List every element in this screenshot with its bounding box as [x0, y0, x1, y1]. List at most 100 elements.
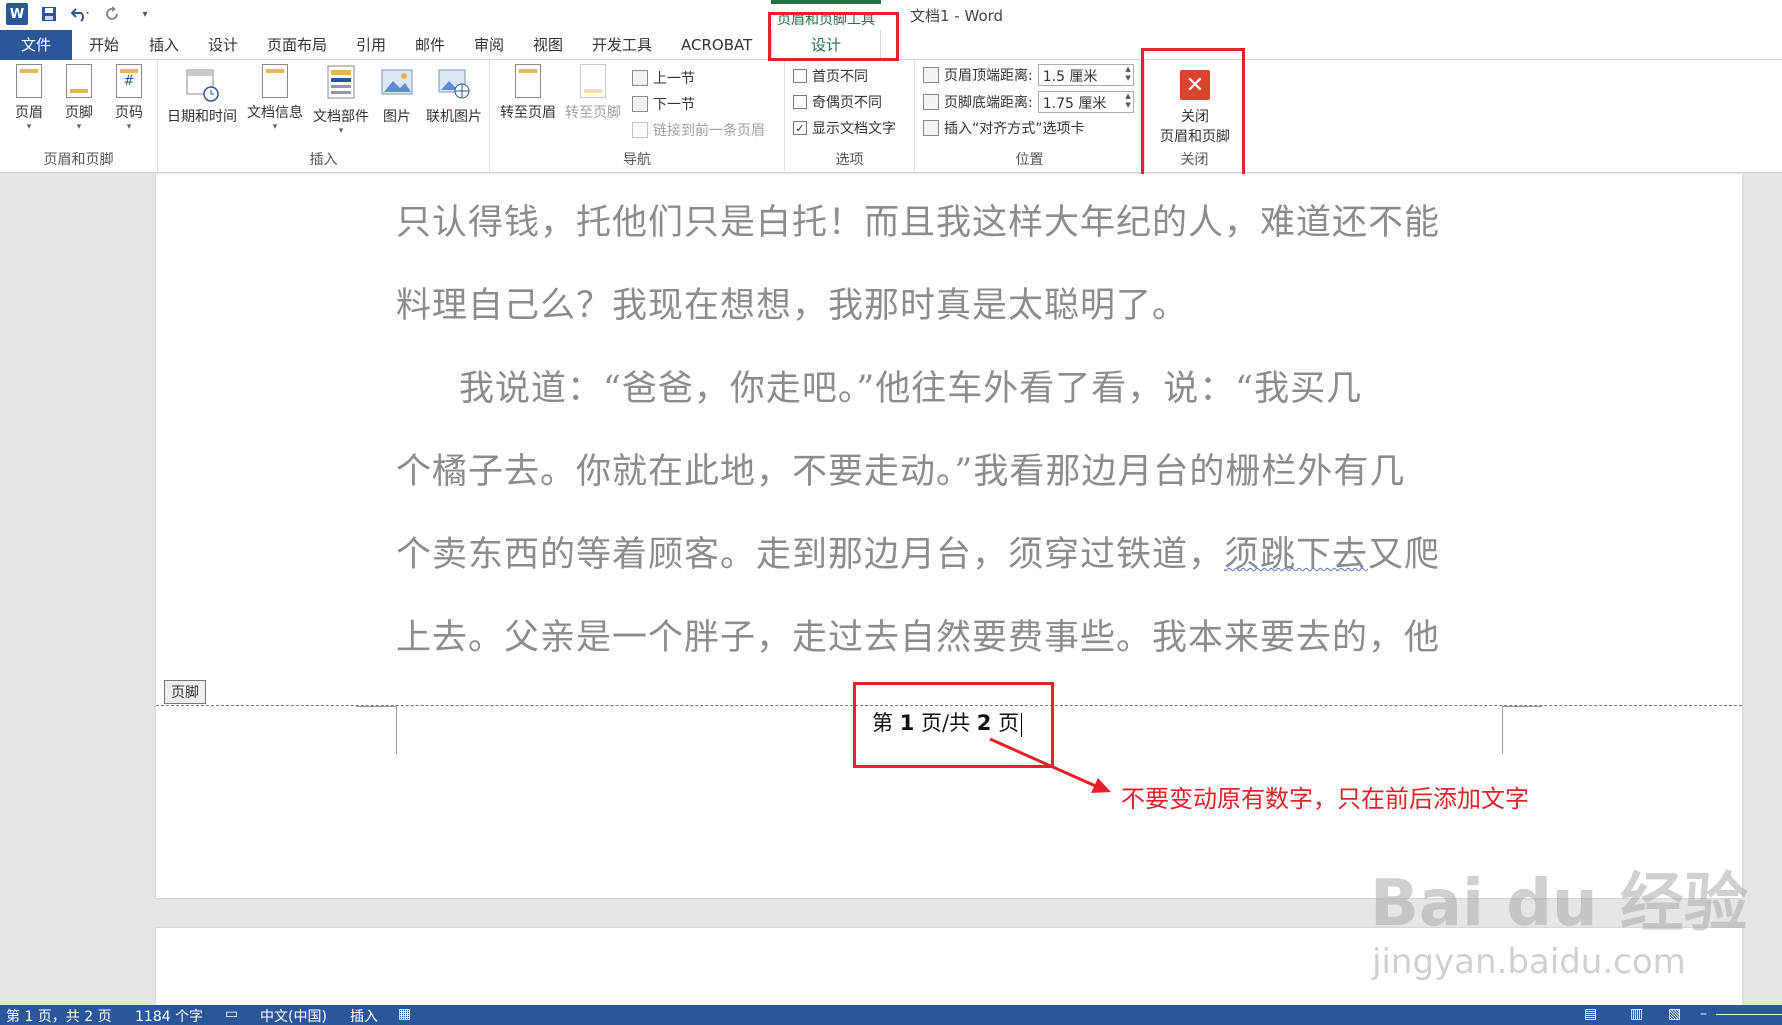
footer-position-icon	[923, 94, 939, 110]
group-options: 首页不同 奇偶页不同 ✓ 显示文档文字 选项	[785, 60, 915, 173]
insert-alignment-tab-button[interactable]: 插入“对齐方式”选项卡	[923, 118, 1085, 138]
calendar-icon	[185, 64, 219, 102]
show-document-text-checkbox[interactable]: ✓ 显示文档文字	[793, 118, 896, 138]
status-bar: 第 1 页，共 2 页 1184 个字 ▭ 中文(中国) 插入 ▦ ▤ ▥ ▧ …	[0, 1005, 1782, 1025]
tab-home[interactable]: 开始	[89, 30, 119, 60]
header-icon	[16, 64, 42, 98]
checkmark-icon: ✓	[793, 121, 807, 135]
next-section-button[interactable]: 下一节	[632, 94, 695, 114]
watermark-brand: Bai du 经验	[1370, 867, 1748, 941]
group-header-footer: 页眉 ▾ 页脚 ▾ # 页码 ▾ 页眉和页脚	[0, 60, 158, 173]
margin-corner-mark	[396, 706, 397, 754]
tab-review[interactable]: 审阅	[474, 30, 504, 60]
word-count-status[interactable]: 1184 个字	[135, 1006, 203, 1025]
page-count-status[interactable]: 第 1 页，共 2 页	[6, 1006, 112, 1025]
different-first-page-checkbox[interactable]: 首页不同	[793, 66, 868, 86]
chevron-down-icon: ▾	[126, 122, 132, 132]
close-header-footer-button[interactable]: ✕ 关闭 页眉和页脚	[1150, 70, 1240, 146]
previous-section-icon	[632, 70, 648, 86]
goto-footer-button[interactable]: 转至页脚	[562, 64, 624, 122]
text-cursor	[1021, 712, 1023, 737]
web-layout-icon[interactable]: ▧	[1668, 1006, 1681, 1022]
group-navigation: 转至页眉 转至页脚 上一节 下一节 链接到前一条页眉 导航	[490, 60, 785, 173]
header-top-distance-input[interactable]: 1.5 厘米 ▲ ▼	[1037, 64, 1134, 86]
ribbon: 页眉 ▾ 页脚 ▾ # 页码 ▾ 页眉和页脚 日期和时间 文档信息 ▾ 文档部件 ▾	[0, 60, 1782, 173]
window-title: 文档1 - Word	[910, 7, 1004, 25]
alignment-tab-icon	[923, 120, 939, 136]
margin-corner-mark	[1502, 706, 1503, 754]
language-status[interactable]: 中文(中国)	[260, 1006, 327, 1025]
picture-icon	[380, 64, 414, 102]
body-text-line[interactable]: 个卖东西的等着顾客。走到那边月台，须穿过铁道，须跳下去又爬	[396, 526, 1440, 577]
online-picture-icon	[437, 64, 471, 102]
page-number-icon: #	[116, 64, 142, 98]
customize-qat-icon[interactable]: ▾	[134, 3, 156, 25]
proofing-icon[interactable]: ▭	[225, 1006, 238, 1022]
tab-view[interactable]: 视图	[533, 30, 563, 60]
tab-insert[interactable]: 插入	[149, 30, 179, 60]
document-info-button[interactable]: 文档信息 ▾	[244, 64, 306, 132]
tab-file[interactable]: 文件	[0, 30, 72, 60]
footer-button[interactable]: 页脚 ▾	[60, 64, 98, 132]
previous-section-button[interactable]: 上一节	[632, 68, 695, 88]
body-text-line[interactable]: 上去。父亲是一个胖子，走过去自然要费事些。我本来要去的，他	[396, 609, 1440, 660]
chevron-down-icon: ▾	[76, 122, 82, 132]
spinner-icon[interactable]: ▲ ▼	[1125, 92, 1130, 110]
online-picture-button[interactable]: 联机图片	[422, 64, 486, 126]
body-text-line[interactable]: 个橘子去。你就在此地，不要走动。”我看那边月台的栅栏外有几	[396, 443, 1405, 494]
quick-parts-button[interactable]: 文档部件 ▾	[310, 64, 372, 136]
footer-bottom-distance-input[interactable]: 1.75 厘米 ▲ ▼	[1037, 91, 1134, 113]
body-text-line[interactable]: 只认得钱，托他们只是白托！而且我这样大年纪的人，难道还不能	[396, 194, 1440, 245]
chevron-down-icon: ▾	[272, 122, 278, 132]
tab-page-layout[interactable]: 页面布局	[267, 30, 327, 60]
tab-references[interactable]: 引用	[356, 30, 386, 60]
close-icon: ✕	[1180, 70, 1210, 100]
save-icon[interactable]	[38, 3, 60, 25]
macro-record-icon[interactable]: ▦	[398, 1006, 411, 1022]
checkbox-icon	[793, 95, 807, 109]
redo-icon[interactable]	[102, 3, 124, 25]
tab-header-footer-design[interactable]: 设计	[771, 30, 881, 61]
next-section-icon	[632, 96, 648, 112]
group-position: 页眉顶端距离: 1.5 厘米 ▲ ▼ 页脚底端距离: 1.75 厘米 ▲ ▼ 插入“对齐…	[915, 60, 1145, 173]
tab-acrobat[interactable]: ACROBAT	[681, 30, 752, 60]
link-icon	[632, 122, 648, 138]
quick-access-toolbar: W ▾	[6, 3, 156, 25]
link-to-previous-button[interactable]: 链接到前一条页眉	[632, 120, 765, 140]
tab-design[interactable]: 设计	[208, 30, 238, 60]
group-label: 页眉和页脚	[43, 152, 114, 168]
chevron-down-icon: ▾	[338, 126, 344, 136]
undo-icon[interactable]	[70, 3, 92, 25]
body-text-line[interactable]: 我说道：“爸爸，你走吧。”他往车外看了看，说：“我买几	[459, 360, 1362, 411]
different-odd-even-checkbox[interactable]: 奇偶页不同	[793, 92, 882, 112]
spinner-icon[interactable]: ▲ ▼	[1125, 65, 1130, 83]
goto-header-button[interactable]: 转至页眉	[498, 64, 558, 122]
current-page-field[interactable]: 1	[900, 711, 915, 735]
body-text-segment: 又爬	[1368, 535, 1441, 575]
date-time-button[interactable]: 日期和时间	[164, 64, 240, 126]
total-pages-field[interactable]: 2	[977, 711, 992, 735]
footer-page-number[interactable]: 第 1 页/共 2 页	[872, 707, 1023, 737]
annotation-arrow	[989, 737, 1111, 793]
header-footer-tools-label: 页眉和页脚工具	[771, 0, 881, 30]
print-layout-icon[interactable]: ▥	[1630, 1006, 1643, 1022]
page-number-button[interactable]: # 页码 ▾	[110, 64, 148, 132]
annotation-text: 不要变动原有数字，只在前后添加文字	[1121, 785, 1529, 813]
margin-corner-mark	[1502, 706, 1542, 707]
watermark-url: jingyan.baidu.com	[1372, 942, 1686, 982]
tab-developer[interactable]: 开发工具	[592, 30, 652, 60]
read-mode-icon[interactable]: ▤	[1584, 1006, 1597, 1022]
tab-mailings[interactable]: 邮件	[415, 30, 445, 60]
zoom-slider[interactable]	[1716, 1014, 1782, 1015]
header-button[interactable]: 页眉 ▾	[10, 64, 48, 132]
insert-mode-status[interactable]: 插入	[350, 1006, 378, 1025]
grammar-flagged-text[interactable]: 须跳下去	[1224, 535, 1368, 575]
group-insert: 日期和时间 文档信息 ▾ 文档部件 ▾ 图片 联机图片 插入	[158, 60, 490, 173]
picture-button[interactable]: 图片	[376, 64, 418, 126]
group-close: ✕ 关闭 页眉和页脚 关闭	[1145, 60, 1245, 173]
header-position-icon	[923, 67, 939, 83]
word-app-icon[interactable]: W	[6, 3, 28, 25]
body-text-line[interactable]: 料理自己么？我现在想想，我那时真是太聪明了。	[396, 277, 1188, 328]
zoom-out-icon[interactable]: –	[1700, 1006, 1707, 1022]
goto-header-icon	[515, 64, 541, 98]
